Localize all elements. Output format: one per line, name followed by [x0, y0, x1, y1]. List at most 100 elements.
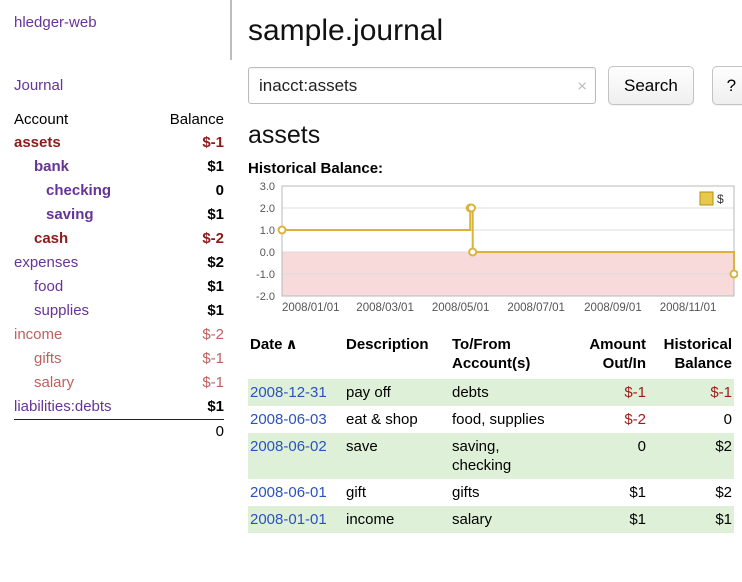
historical-balance-chart: 3.02.01.00.0-1.0-2.02008/01/012008/03/01… — [248, 181, 742, 319]
account-link-expenses[interactable]: expenses — [14, 254, 78, 271]
account-row: expenses$2 — [14, 251, 224, 275]
register-cell-balance: $1 — [648, 506, 734, 533]
transaction-date-link[interactable]: 2008-06-02 — [250, 438, 327, 455]
svg-text:-2.0: -2.0 — [256, 291, 275, 303]
account-link-liabilities-debts[interactable]: liabilities:debts — [14, 398, 112, 415]
account-row: saving $1 — [14, 203, 224, 227]
transaction-date-link[interactable]: 2008-01-01 — [250, 511, 327, 528]
account-row: gifts $-1 — [14, 347, 224, 371]
search-input-wrap: × — [248, 67, 596, 104]
account-name-cell: supplies — [14, 299, 149, 323]
accounts-total-label — [14, 420, 149, 445]
register-cell-balance: $2 — [648, 479, 734, 506]
register-cell-accounts: salary — [450, 506, 568, 533]
register-header-amount: Amount Out/In — [568, 333, 648, 379]
account-link-gifts[interactable]: gifts — [34, 350, 62, 367]
accounts-header-row: Account Balance — [14, 108, 224, 131]
register-cell-balance: $2 — [648, 433, 734, 479]
account-row: bank $1 — [14, 155, 224, 179]
account-link-food[interactable]: food — [34, 278, 63, 295]
account-name-cell: gifts — [14, 347, 149, 371]
svg-text:2008/03/01: 2008/03/01 — [356, 302, 414, 314]
register-header-date[interactable]: Date∧ — [248, 333, 344, 379]
account-balance: $1 — [149, 155, 224, 179]
account-name-cell: salary — [14, 371, 149, 395]
register-cell-description: pay off — [344, 379, 450, 406]
main-content: sample.journal × Search ? assets Histori… — [232, 0, 742, 582]
register-cell-date: 2008-06-01 — [248, 479, 344, 506]
register-header-description: Description — [344, 333, 450, 379]
search-input[interactable] — [248, 67, 596, 104]
svg-text:-1.0: -1.0 — [256, 269, 275, 281]
register-cell-accounts: food, supplies — [450, 406, 568, 433]
account-balance: $1 — [149, 275, 224, 299]
account-balance: 0 — [149, 179, 224, 203]
register-cell-accounts: saving, checking — [450, 433, 568, 479]
account-link-cash[interactable]: cash — [34, 230, 68, 247]
accounts-body: assets$-1bank$1checking0saving$1cash$-2e… — [14, 131, 224, 420]
page: hledger-web Journal Account Balance asse… — [0, 0, 742, 582]
sidebar-item-journal[interactable]: Journal — [14, 77, 224, 94]
transaction-date-link[interactable]: 2008-12-31 — [250, 384, 327, 401]
chart-svg: 3.02.01.00.0-1.0-2.02008/01/012008/03/01… — [248, 181, 738, 319]
account-name-cell: cash — [14, 227, 149, 251]
sidebar: hledger-web Journal Account Balance asse… — [0, 0, 232, 582]
register-cell-description: income — [344, 506, 450, 533]
accounts-total-row: 0 — [14, 420, 224, 445]
account-balance: $-1 — [149, 347, 224, 371]
svg-text:3.0: 3.0 — [260, 181, 275, 193]
account-balance: $1 — [149, 203, 224, 227]
register-cell-date: 2008-06-02 — [248, 433, 344, 479]
search-button[interactable]: Search — [608, 66, 694, 105]
register-cell-description: eat & shop — [344, 406, 450, 433]
transaction-date-link[interactable]: 2008-06-01 — [250, 484, 327, 501]
account-name-cell: saving — [14, 203, 149, 227]
transaction-date-link[interactable]: 2008-06-03 — [250, 411, 327, 428]
account-balance: $-1 — [149, 371, 224, 395]
account-heading: assets — [248, 121, 742, 150]
account-name-cell: checking — [14, 179, 149, 203]
register-row: 2008-06-02savesaving, checking0$2 — [248, 433, 734, 479]
account-name-cell: expenses — [14, 251, 149, 275]
account-row: assets$-1 — [14, 131, 224, 155]
account-row: supplies$1 — [14, 299, 224, 323]
account-link-income[interactable]: income — [14, 326, 62, 343]
account-row: food $1 — [14, 275, 224, 299]
register-cell-amount: $1 — [568, 479, 648, 506]
account-balance: $-2 — [149, 227, 224, 251]
svg-text:2008/09/01: 2008/09/01 — [584, 302, 642, 314]
register-header-accounts: To/From Account(s) — [450, 333, 568, 379]
svg-text:2008/11/01: 2008/11/01 — [660, 302, 717, 314]
register-row: 2008-12-31pay offdebts$-1$-1 — [248, 379, 734, 406]
help-button[interactable]: ? — [712, 66, 742, 105]
account-row: liabilities:debts $1 — [14, 395, 224, 420]
sidebar-scrollbar[interactable] — [230, 0, 232, 60]
svg-text:2008/05/01: 2008/05/01 — [432, 302, 490, 314]
account-row: checking 0 — [14, 179, 224, 203]
account-link-assets[interactable]: assets — [14, 134, 61, 151]
app-brand-link[interactable]: hledger-web — [14, 14, 224, 31]
account-balance: $-2 — [149, 323, 224, 347]
account-name-cell: bank — [14, 155, 149, 179]
svg-text:2008/07/01: 2008/07/01 — [507, 302, 565, 314]
account-link-salary[interactable]: salary — [34, 374, 74, 391]
account-name-cell: income — [14, 323, 149, 347]
account-link-saving[interactable]: saving — [46, 206, 94, 223]
account-balance: $1 — [149, 395, 224, 420]
register-cell-date: 2008-12-31 — [248, 379, 344, 406]
register-cell-date: 2008-06-03 — [248, 406, 344, 433]
account-row: salary $-1 — [14, 371, 224, 395]
register-row: 2008-06-03eat & shopfood, supplies$-20 — [248, 406, 734, 433]
register-header-balance: Historical Balance — [648, 333, 734, 379]
register-body: 2008-12-31pay offdebts$-1$-12008-06-03ea… — [248, 379, 734, 533]
account-link-checking[interactable]: checking — [46, 182, 111, 199]
search-bar: × Search ? — [248, 66, 742, 105]
sort-ascending-icon: ∧ — [286, 336, 298, 353]
clear-search-icon[interactable]: × — [577, 77, 587, 94]
account-link-supplies[interactable]: supplies — [34, 302, 89, 319]
register-table: Date∧ Description To/From Account(s) Amo… — [248, 333, 734, 533]
register-cell-amount: $-2 — [568, 406, 648, 433]
register-cell-amount: $-1 — [568, 379, 648, 406]
account-link-bank[interactable]: bank — [34, 158, 69, 175]
account-name-cell: assets — [14, 131, 149, 155]
